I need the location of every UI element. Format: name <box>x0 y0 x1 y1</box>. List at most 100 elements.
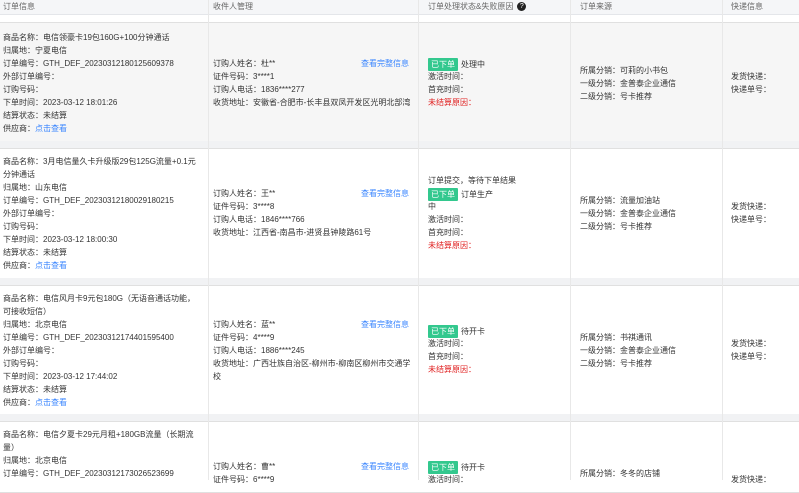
shipping-address: 收货地址：广西壮族自治区-柳州市-柳南区柳州市交通学 <box>213 359 411 368</box>
id-number: 证件号码：3****8 <box>213 202 275 211</box>
supplier: 供应商：点击查看 <box>3 398 67 407</box>
table-row <box>0 148 799 279</box>
view-full-info-link[interactable]: 查看完整信息 <box>361 58 409 69</box>
col-status: 订单处理状态&失败原因? <box>428 1 527 12</box>
col-express: 快递信息 <box>731 2 763 11</box>
shipping-address: 收货地址：安徽省-合肥市-长丰县双凤开发区光明北部湾 <box>213 98 411 107</box>
region: 归属地：北京电信 <box>3 456 67 465</box>
order-code: 订购号码： <box>3 85 43 94</box>
settle-status: 结算状态：未结算 <box>3 111 67 120</box>
activate-time: 激活时间： <box>428 72 468 81</box>
activate-time: 激活时间： <box>428 215 468 224</box>
buyer-phone: 订购人电话：1836****277 <box>213 85 305 94</box>
buyer-name: 订购人姓名：王** <box>213 189 276 198</box>
table-row <box>0 285 799 415</box>
view-full-info-link[interactable]: 查看完整信息 <box>361 461 409 472</box>
order-status: 已下单 订单生产 <box>428 188 493 201</box>
table-header: 订单信息 收件人管理 订单处理状态&失败原因? 订单来源 快递信息 <box>0 0 799 15</box>
view-supplier-link[interactable]: 点击查看 <box>35 261 67 270</box>
shipping-address-cont: 校 <box>213 372 221 381</box>
external-order-number: 外部订单编号： <box>3 72 59 81</box>
view-supplier-link[interactable]: 点击查看 <box>35 398 67 407</box>
order-time: 下单时间：2023-03-12 18:01:26 <box>3 98 118 107</box>
external-order-number: 外部订单编号： <box>3 346 59 355</box>
not-settled-reason: 未结算原因： <box>428 241 476 250</box>
product-name-cont: 可接收短信） <box>3 307 51 316</box>
status-badge: 已下单 <box>428 58 458 71</box>
column-divider <box>570 0 571 480</box>
not-settled-reason: 未结算原因： <box>428 365 476 374</box>
view-full-info-link[interactable]: 查看完整信息 <box>361 319 409 330</box>
col-receiver: 收件人管理 <box>213 2 253 11</box>
status-badge: 已下单 <box>428 188 458 201</box>
order-status: 已下单 待开卡 <box>428 461 485 474</box>
supplier: 供应商：点击查看 <box>3 261 67 270</box>
order-number: 订单编号：GTH_DEF_20230312174401595400 <box>3 333 174 342</box>
buyer-name: 订购人姓名：曹** <box>213 462 276 471</box>
dist-level1: 一级分销：金普泰企业通信 <box>580 209 676 218</box>
express-number: 快递单号： <box>731 215 771 224</box>
region: 归属地：宁夏电信 <box>3 46 67 55</box>
express-number: 快递单号： <box>731 352 771 361</box>
col-source: 订单来源 <box>580 2 612 11</box>
row-spacer <box>0 414 799 421</box>
first-charge-time: 首充时间： <box>428 352 468 361</box>
id-number: 证件号码：4****9 <box>213 333 275 342</box>
not-settled-reason: 未结算原因： <box>428 98 476 107</box>
order-code: 订购号码： <box>3 222 43 231</box>
dist-level2: 二级分销：号卡推荐 <box>580 222 652 231</box>
dist-level1: 一级分销：金普泰企业通信 <box>580 79 676 88</box>
order-number: 订单编号：GTH_DEF_20230312173026523699 <box>3 469 174 478</box>
buyer-name: 订购人姓名：蓝** <box>213 320 276 329</box>
ship-express: 发货快递： <box>731 72 771 81</box>
dist-level2: 二级分销：号卡推荐 <box>580 359 652 368</box>
order-status: 已下单 待开卡 <box>428 325 485 338</box>
dist-owner: 所属分销：书祺通讯 <box>580 333 652 342</box>
region: 归属地：北京电信 <box>3 320 67 329</box>
supplier: 供应商：点击查看 <box>3 124 67 133</box>
order-status: 已下单 处理中 <box>428 58 485 71</box>
product-name: 商品名称：电信夕夏卡29元月租+180GB流量（长期流 <box>3 430 194 439</box>
product-name: 商品名称：3月电信量久卡升级版29包125G流量+0.1元 <box>3 157 196 166</box>
external-order-number: 外部订单编号： <box>3 209 59 218</box>
region: 归属地：山东电信 <box>3 183 67 192</box>
help-icon[interactable]: ? <box>517 2 527 12</box>
product-name: 商品名称：电信风月卡9元包180G（无语音通话功能， <box>3 294 196 303</box>
express-number: 快递单号： <box>731 85 771 94</box>
status-note: 订单提交，等待下单结果 <box>428 176 516 185</box>
shipping-address: 收货地址：江西省-南昌市-进贤县钟陵路61号 <box>213 228 372 237</box>
settle-status: 结算状态：未结算 <box>3 385 67 394</box>
view-supplier-link[interactable]: 点击查看 <box>35 124 67 133</box>
view-full-info-link[interactable]: 查看完整信息 <box>361 188 409 199</box>
buyer-phone: 订购人电话：1846****766 <box>213 215 305 224</box>
column-divider <box>208 0 209 480</box>
dist-owner: 所属分销：冬冬的店铺 <box>580 469 660 478</box>
order-number: 订单编号：GTH_DEF_20230312180125609378 <box>3 59 174 68</box>
order-status-cont: 中 <box>428 202 436 211</box>
settle-status: 结算状态：未结算 <box>3 248 67 257</box>
dist-level1: 一级分销：金普泰企业通信 <box>580 346 676 355</box>
activate-time: 激活时间： <box>428 339 468 348</box>
id-number: 证件号码：3****1 <box>213 72 275 81</box>
dist-owner: 所属分销：可莉的小书包 <box>580 66 668 75</box>
status-badge: 已下单 <box>428 325 458 338</box>
row-spacer <box>0 141 799 148</box>
buyer-phone: 订购人电话：1886****245 <box>213 346 305 355</box>
first-charge-time: 首充时间： <box>428 85 468 94</box>
column-divider <box>418 0 419 480</box>
ship-express: 发货快递： <box>731 339 771 348</box>
ship-express: 发货快递： <box>731 202 771 211</box>
product-name-cont: 分钟通话 <box>3 170 35 179</box>
order-time: 下单时间：2023-03-12 17:44:02 <box>3 372 118 381</box>
dist-level2: 二级分销：号卡推荐 <box>580 92 652 101</box>
buyer-name: 订购人姓名：杜** <box>213 59 276 68</box>
first-charge-time: 首充时间： <box>428 228 468 237</box>
product-name: 商品名称：电信领豪卡19包160G+100分钟通话 <box>3 33 170 42</box>
row-spacer <box>0 278 799 285</box>
dist-owner: 所属分销：流量加油站 <box>580 196 660 205</box>
column-divider <box>722 0 723 480</box>
col-order-info: 订单信息 <box>3 2 35 11</box>
product-name-cont: 量） <box>3 443 19 452</box>
order-time: 下单时间：2023-03-12 18:00:30 <box>3 235 118 244</box>
order-code: 订购号码： <box>3 359 43 368</box>
